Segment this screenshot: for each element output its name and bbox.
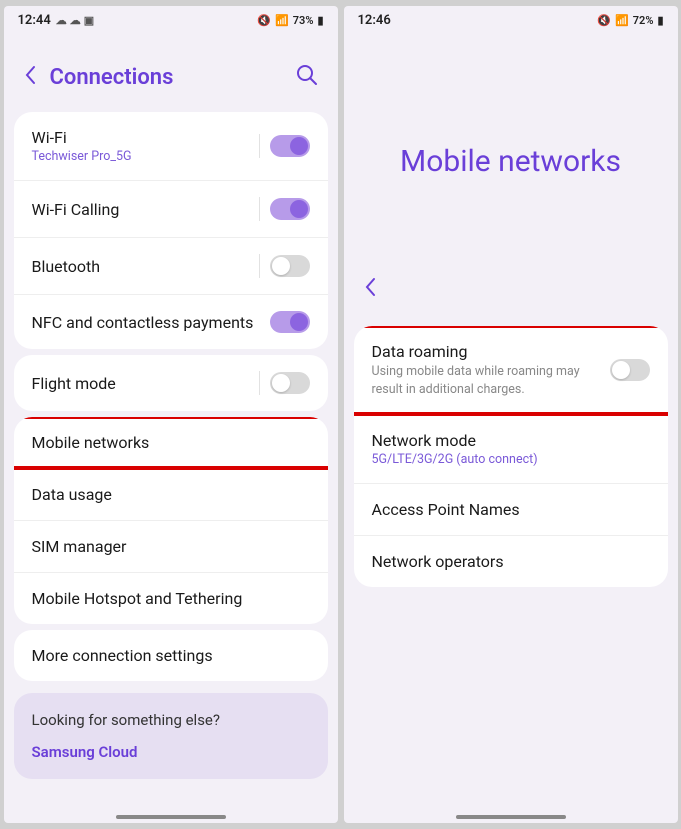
list-item[interactable]: Network operators (354, 536, 668, 587)
battery-icon: ▮ (657, 14, 663, 27)
status-right-icons: 🔇 📶 73% ▮ (257, 14, 323, 27)
item-label: Wi-Fi Calling (32, 200, 259, 219)
settings-card: Wi-Fi Techwiser Pro_5G Wi-Fi Calling Blueto… (14, 112, 328, 349)
list-item[interactable]: SIM manager (14, 521, 328, 573)
item-label: Bluetooth (32, 257, 259, 276)
item-label: Mobile Hotspot and Tethering (32, 589, 310, 608)
suggestion-title: Looking for something else? (32, 711, 310, 729)
toggle-switch[interactable] (270, 198, 310, 220)
divider (259, 197, 260, 221)
item-label: NFC and contactless payments (32, 313, 270, 332)
nav-indicator[interactable] (116, 815, 226, 819)
toggle-switch[interactable] (270, 372, 310, 394)
item-subtitle: Techwiser Pro_5G (32, 149, 259, 164)
list-item[interactable]: Data usage (14, 469, 328, 521)
signal-icon: 📶 (615, 14, 629, 27)
nav-indicator[interactable] (456, 815, 566, 819)
suggestion-card: Looking for something else? Samsung Clou… (14, 693, 328, 779)
list-item[interactable]: Bluetooth (14, 238, 328, 295)
signal-icon: 📶 (275, 14, 289, 27)
list-item[interactable]: Flight mode (14, 355, 328, 411)
item-label: Wi-Fi (32, 128, 259, 147)
back-icon[interactable] (364, 278, 376, 302)
phone-left-connections: 12:44 ☁☁▣ 🔇 📶 73% ▮ Connections (4, 6, 338, 823)
item-label: Network operators (372, 552, 650, 571)
header: Connections (4, 34, 338, 106)
item-subtitle: 5G/LTE/3G/2G (auto connect) (372, 452, 650, 467)
divider (259, 371, 260, 395)
item-label: Mobile networks (32, 433, 310, 452)
battery-icon: ▮ (317, 14, 323, 27)
settings-card: Flight mode (14, 355, 328, 411)
status-left-icons: ☁☁▣ (56, 14, 94, 27)
suggestion-link[interactable]: Samsung Cloud (32, 743, 310, 761)
item-label: Network mode (372, 431, 650, 450)
list-item[interactable]: Wi-Fi Techwiser Pro_5G (14, 112, 328, 181)
item-label: Flight mode (32, 374, 259, 393)
settings-card: More connection settings (14, 630, 328, 681)
list-item[interactable]: Mobile networks (14, 417, 328, 469)
toggle-switch[interactable] (270, 311, 310, 333)
item-label: Access Point Names (372, 500, 650, 519)
item-label: Data roaming (372, 342, 610, 361)
phone-right-mobile-networks: 12:46 🔇 📶 72% ▮ Mobile networks Data roa… (344, 6, 678, 823)
toggle-switch[interactable] (610, 359, 650, 381)
divider (259, 254, 260, 278)
search-icon[interactable] (296, 64, 318, 90)
list-item[interactable]: Mobile Hotspot and Tethering (14, 573, 328, 624)
item-subtitle: Using mobile data while roaming may resu… (372, 363, 610, 398)
status-bar: 12:44 ☁☁▣ 🔇 📶 73% ▮ (4, 6, 338, 34)
back-icon[interactable] (24, 65, 36, 90)
list-item[interactable]: Wi-Fi Calling (14, 181, 328, 238)
settings-card: Mobile networks Data usage SIM manager Mobi… (14, 417, 328, 624)
battery-label: 72% (633, 14, 654, 27)
mute-icon: 🔇 (257, 14, 271, 27)
item-label: SIM manager (32, 537, 310, 556)
battery-label: 73% (293, 14, 314, 27)
list-item[interactable]: NFC and contactless payments (14, 295, 328, 349)
mute-icon: 🔇 (597, 14, 611, 27)
hero-title: Mobile networks (344, 34, 678, 259)
divider (259, 134, 260, 158)
list-item[interactable]: Network mode 5G/LTE/3G/2G (auto connect) (354, 415, 668, 484)
status-bar: 12:46 🔇 📶 72% ▮ (344, 6, 678, 34)
item-label: More connection settings (32, 646, 310, 665)
status-time: 12:46 (358, 13, 391, 28)
list-item[interactable]: More connection settings (14, 630, 328, 681)
settings-card: Data roaming Using mobile data while roam… (354, 326, 668, 587)
status-right-icons: 🔇 📶 72% ▮ (597, 14, 663, 27)
toggle-switch[interactable] (270, 135, 310, 157)
list-item[interactable]: Data roaming Using mobile data while roam… (354, 326, 668, 415)
list-item[interactable]: Access Point Names (354, 484, 668, 536)
toggle-switch[interactable] (270, 255, 310, 277)
page-title: Connections (50, 65, 174, 90)
status-time: 12:44 (18, 13, 51, 28)
item-label: Data usage (32, 485, 310, 504)
